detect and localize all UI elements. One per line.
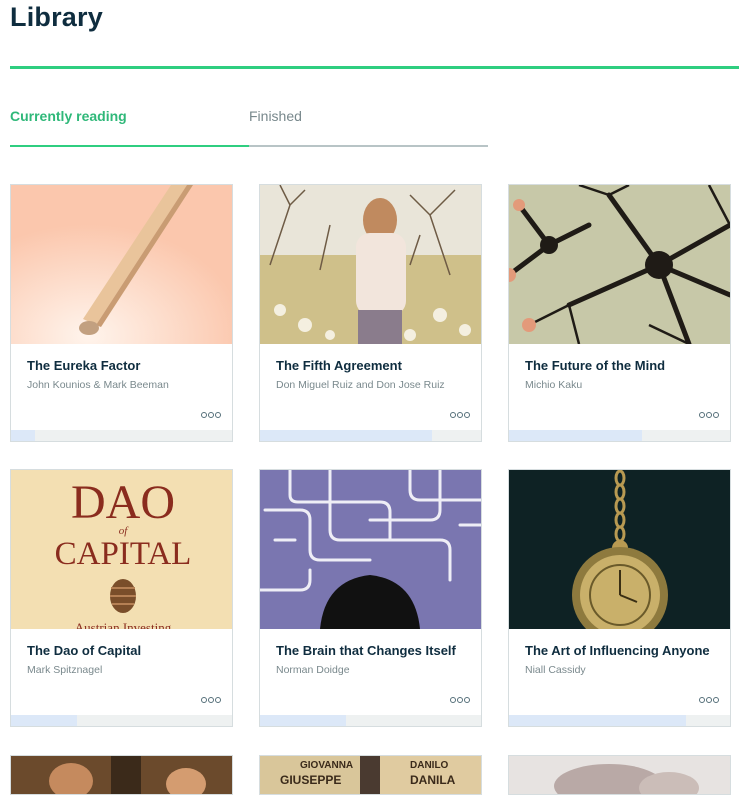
book-title: The Dao of Capital [27, 643, 142, 658]
cover-text: Austrian Investing [75, 620, 172, 629]
book-title: The Eureka Factor [27, 358, 141, 373]
book-cover: GIOVANNA GIUSEPPE DANILO DANILA [260, 756, 481, 794]
active-tab-indicator [10, 145, 249, 147]
more-icon[interactable] [450, 696, 470, 704]
cover-text: GIOVANNA [300, 760, 353, 771]
book-author: Norman Doidge [276, 664, 350, 676]
progress-bar [509, 430, 730, 441]
progress-fill [260, 430, 433, 441]
tab-finished[interactable]: Finished [249, 108, 302, 124]
book-card[interactable]: DAO of CAPITAL Austrian Investing The Da… [10, 469, 233, 727]
progress-bar [11, 715, 232, 726]
more-icon[interactable] [201, 411, 221, 419]
progress-bar [260, 430, 481, 441]
book-card[interactable] [508, 755, 731, 795]
book-card[interactable] [10, 755, 233, 795]
book-card[interactable]: The Future of the Mind Michio Kaku [508, 184, 731, 442]
book-title: The Fifth Agreement [276, 358, 402, 373]
cover-text: CAPITAL [55, 536, 192, 572]
progress-fill [260, 715, 347, 726]
book-title: The Art of Influencing Anyone [525, 643, 710, 658]
more-icon[interactable] [201, 696, 221, 704]
book-cover [509, 185, 730, 344]
book-card[interactable]: The Fifth Agreement Don Miguel Ruiz and … [259, 184, 482, 442]
cover-text: DANILO [410, 760, 449, 771]
book-card[interactable]: The Brain that Changes Itself Norman Doi… [259, 469, 482, 727]
cover-text: DAO [71, 476, 175, 529]
progress-bar [260, 715, 481, 726]
book-cover [11, 185, 232, 344]
cover-text: GIUSEPPE [280, 773, 341, 787]
book-card[interactable]: The Art of Influencing Anyone Niall Cass… [508, 469, 731, 727]
more-icon[interactable] [450, 411, 470, 419]
book-author: John Kounios & Mark Beeman [27, 379, 169, 391]
progress-fill [509, 715, 686, 726]
book-card[interactable]: GIOVANNA GIUSEPPE DANILO DANILA [259, 755, 482, 795]
title-divider [10, 66, 739, 69]
progress-fill [11, 715, 78, 726]
progress-bar [11, 430, 232, 441]
book-cover [260, 470, 481, 629]
tab-bar: Currently reading Finished [10, 100, 488, 147]
more-icon[interactable] [699, 696, 719, 704]
book-author: Niall Cassidy [525, 664, 586, 676]
more-icon[interactable] [699, 411, 719, 419]
progress-bar [509, 715, 730, 726]
book-author: Mark Spitznagel [27, 664, 103, 676]
book-cover: DAO of CAPITAL Austrian Investing [11, 470, 232, 629]
book-card[interactable]: The Eureka Factor John Kounios & Mark Be… [10, 184, 233, 442]
book-title: The Brain that Changes Itself [276, 643, 456, 658]
progress-fill [11, 430, 36, 441]
book-cover [509, 756, 730, 794]
book-title: The Future of the Mind [525, 358, 666, 373]
progress-fill [509, 430, 642, 441]
cover-text: DANILA [410, 773, 456, 787]
book-cover [11, 756, 232, 794]
tab-currently-reading[interactable]: Currently reading [10, 108, 127, 124]
book-cover [260, 185, 481, 344]
page-title: Library [10, 2, 103, 32]
book-cover [509, 470, 730, 629]
book-author: Don Miguel Ruiz and Don Jose Ruiz [276, 379, 445, 391]
book-author: Michio Kaku [525, 379, 583, 391]
